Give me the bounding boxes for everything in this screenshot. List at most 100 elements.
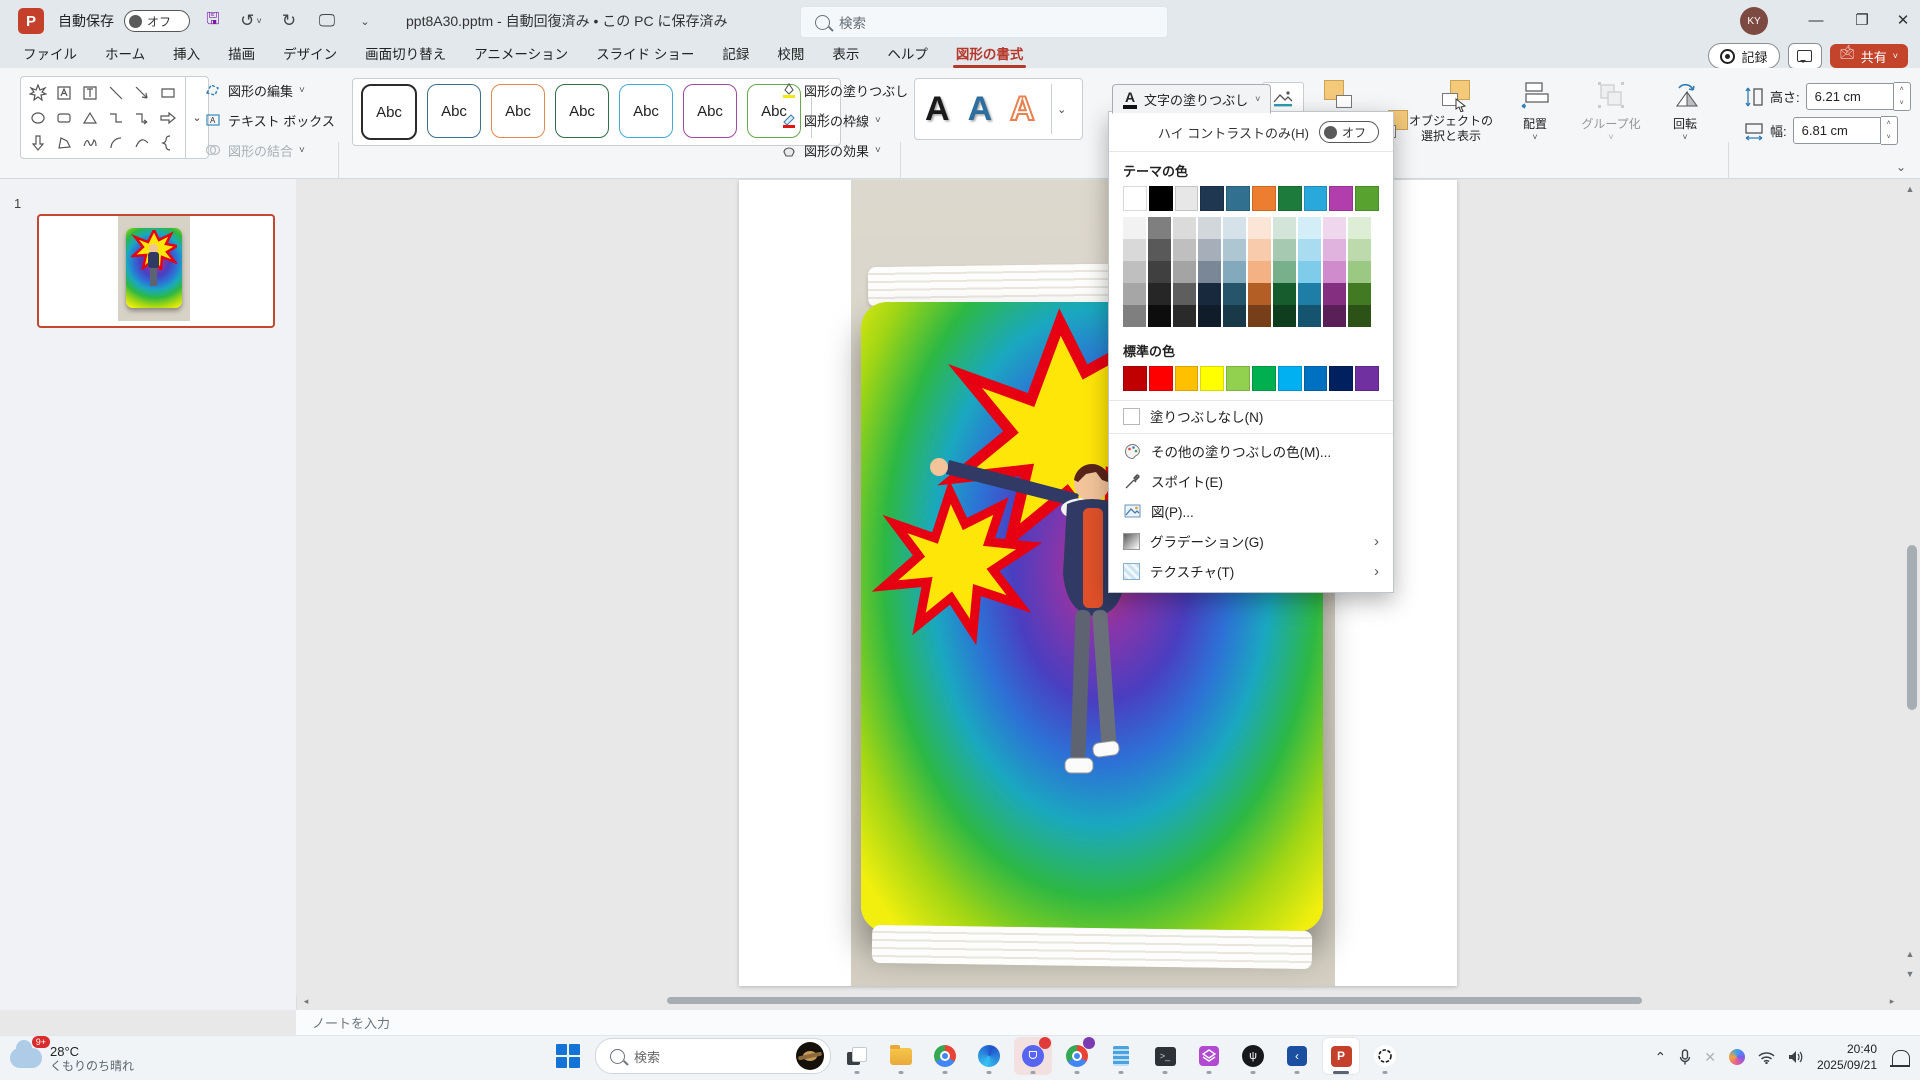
comments-button[interactable] [1788,43,1822,69]
volume-icon[interactable] [1788,1050,1804,1064]
shape-starburst-button[interactable] [26,81,50,104]
theme-tint-swatch-c6-r3[interactable] [1248,261,1271,283]
theme-tint-swatch-c7-r5[interactable] [1273,305,1296,327]
standard-color-swatch-5[interactable] [1226,366,1250,391]
minimize-button[interactable]: — [1794,0,1838,40]
shape-style-chip-1[interactable]: Abc [361,84,417,140]
shape-line-button[interactable] [104,81,128,104]
standard-color-swatch-7[interactable] [1278,366,1302,391]
standard-color-swatch-4[interactable] [1200,366,1224,391]
vertical-scrollbar-thumb[interactable] [1907,545,1917,710]
height-up-icon[interactable]: ˄ [1894,83,1910,97]
standard-color-swatch-6[interactable] [1252,366,1276,391]
shape-triangle-button[interactable] [78,106,102,129]
app-dark-app[interactable]: ψ [1234,1037,1272,1075]
tab-アニメーション[interactable]: アニメーション [461,40,581,68]
shape-scribble-button[interactable] [78,131,102,154]
theme-tint-swatch-c10-r2[interactable] [1348,239,1371,261]
close-button[interactable]: ✕ [1886,0,1920,40]
ribbon-collapse-button[interactable]: ⌄ [1896,160,1906,174]
theme-tint-swatch-c1-r4[interactable] [1123,283,1146,305]
save-button[interactable]: 🖫 [198,7,228,35]
theme-tint-swatch-c3-r2[interactable] [1173,239,1196,261]
shape-rounded-rectangle-button[interactable] [52,106,76,129]
arrange-button[interactable]: 配置 ˅ [1508,80,1562,142]
shape-outline-button[interactable]: 図形の枠線 ˅ [776,106,924,134]
hidden-icons-button[interactable]: ⌃ [1654,1049,1666,1066]
app-terminal[interactable]: >_ [1146,1037,1184,1075]
width-down-icon[interactable]: ˅ [1881,131,1897,145]
theme-color-swatch-2[interactable] [1149,186,1173,211]
theme-tint-swatch-c10-r3[interactable] [1348,261,1371,283]
tab-図形の書式[interactable]: 図形の書式 [943,40,1037,68]
app-code-app[interactable]: ‹ [1278,1037,1316,1075]
tab-ヘルプ[interactable]: ヘルプ [874,40,941,68]
microphone-icon[interactable] [1679,1049,1691,1065]
notes-pane[interactable]: ノートを入力 [296,1010,1920,1035]
app-edge[interactable] [970,1037,1008,1075]
theme-tint-swatch-c9-r5[interactable] [1323,305,1346,327]
shape-arrow-button[interactable] [130,81,154,104]
theme-tint-swatch-c10-r5[interactable] [1348,305,1371,327]
theme-tint-swatch-c9-r4[interactable] [1323,283,1346,305]
shape-elbow-connector-button[interactable] [104,106,128,129]
theme-tint-swatch-c3-r1[interactable] [1173,217,1196,239]
theme-tint-swatch-c6-r1[interactable] [1248,217,1271,239]
menu-item-eyedropper[interactable]: スポイト(E) [1109,466,1393,496]
app-layers[interactable] [1190,1037,1228,1075]
undo-button[interactable]: ↺˅ [236,7,266,35]
theme-tint-swatch-c5-r2[interactable] [1223,239,1246,261]
theme-color-swatch-1[interactable] [1123,186,1147,211]
scroll-left-button[interactable]: ◂ [298,993,314,1009]
theme-tint-swatch-c2-r4[interactable] [1148,283,1171,305]
bring-forward-button[interactable] [1322,80,1352,110]
shape-style-chip-5[interactable]: Abc [619,84,673,138]
shape-right-arrow-button[interactable] [156,106,180,129]
width-spinner[interactable]: 6.81 cm ˄˅ [1793,116,1898,145]
theme-tint-swatch-c4-r4[interactable] [1198,283,1221,305]
standard-color-swatch-10[interactable] [1355,366,1379,391]
width-value[interactable]: 6.81 cm [1793,117,1881,144]
shape-down-arrow-button[interactable] [26,131,50,154]
theme-color-swatch-3[interactable] [1175,186,1199,211]
account-avatar[interactable]: KY [1740,7,1768,35]
group-button[interactable]: グループ化 ˅ [1575,80,1647,142]
start-button[interactable] [556,1044,580,1068]
wordart-style-2[interactable]: A [968,92,993,126]
scroll-up-button[interactable]: ▲ [1902,181,1918,197]
theme-color-swatch-10[interactable] [1355,186,1379,211]
quick-access-more-button[interactable]: ⌄ [350,7,380,35]
rotate-button[interactable]: 回転 ˅ [1658,80,1712,142]
theme-tint-swatch-c2-r5[interactable] [1148,305,1171,327]
menu-item-picture[interactable]: 図(P)... [1109,496,1393,526]
theme-color-swatch-9[interactable] [1329,186,1353,211]
theme-tint-swatch-c8-r2[interactable] [1298,239,1321,261]
height-value[interactable]: 6.21 cm [1806,83,1894,110]
clock[interactable]: 20:40 2025/09/21 [1817,1041,1877,1073]
shape-rectangle-button[interactable] [156,81,180,104]
shape-style-chip-6[interactable]: Abc [683,84,737,138]
shape-oval-button[interactable] [26,106,50,129]
tab-表示[interactable]: 表示 [819,40,872,68]
theme-tint-swatch-c1-r2[interactable] [1123,239,1146,261]
theme-tint-swatch-c2-r3[interactable] [1148,261,1171,283]
shape-freeform-button[interactable] [52,131,76,154]
scroll-right-button[interactable]: ▸ [1884,993,1900,1009]
app-powerpoint[interactable]: P [1322,1037,1360,1075]
standard-color-swatch-8[interactable] [1304,366,1328,391]
tab-校閲[interactable]: 校閲 [764,40,817,68]
theme-color-swatch-6[interactable] [1252,186,1276,211]
redo-button[interactable]: ↻ [274,7,304,35]
theme-tint-swatch-c7-r1[interactable] [1273,217,1296,239]
menu-item-texture[interactable]: テクスチャ(T)› [1109,556,1393,586]
theme-tint-swatch-c3-r4[interactable] [1173,283,1196,305]
theme-tint-swatch-c4-r1[interactable] [1198,217,1221,239]
tab-画面切り替え[interactable]: 画面切り替え [352,40,459,68]
app-chatgpt[interactable] [1366,1037,1404,1075]
standard-color-swatch-1[interactable] [1123,366,1147,391]
tab-挿入[interactable]: 挿入 [160,40,213,68]
record-button[interactable]: 記録 [1708,43,1779,69]
tab-描画[interactable]: 描画 [215,40,268,68]
shape-style-chip-4[interactable]: Abc [555,84,609,138]
theme-tint-swatch-c9-r1[interactable] [1323,217,1346,239]
